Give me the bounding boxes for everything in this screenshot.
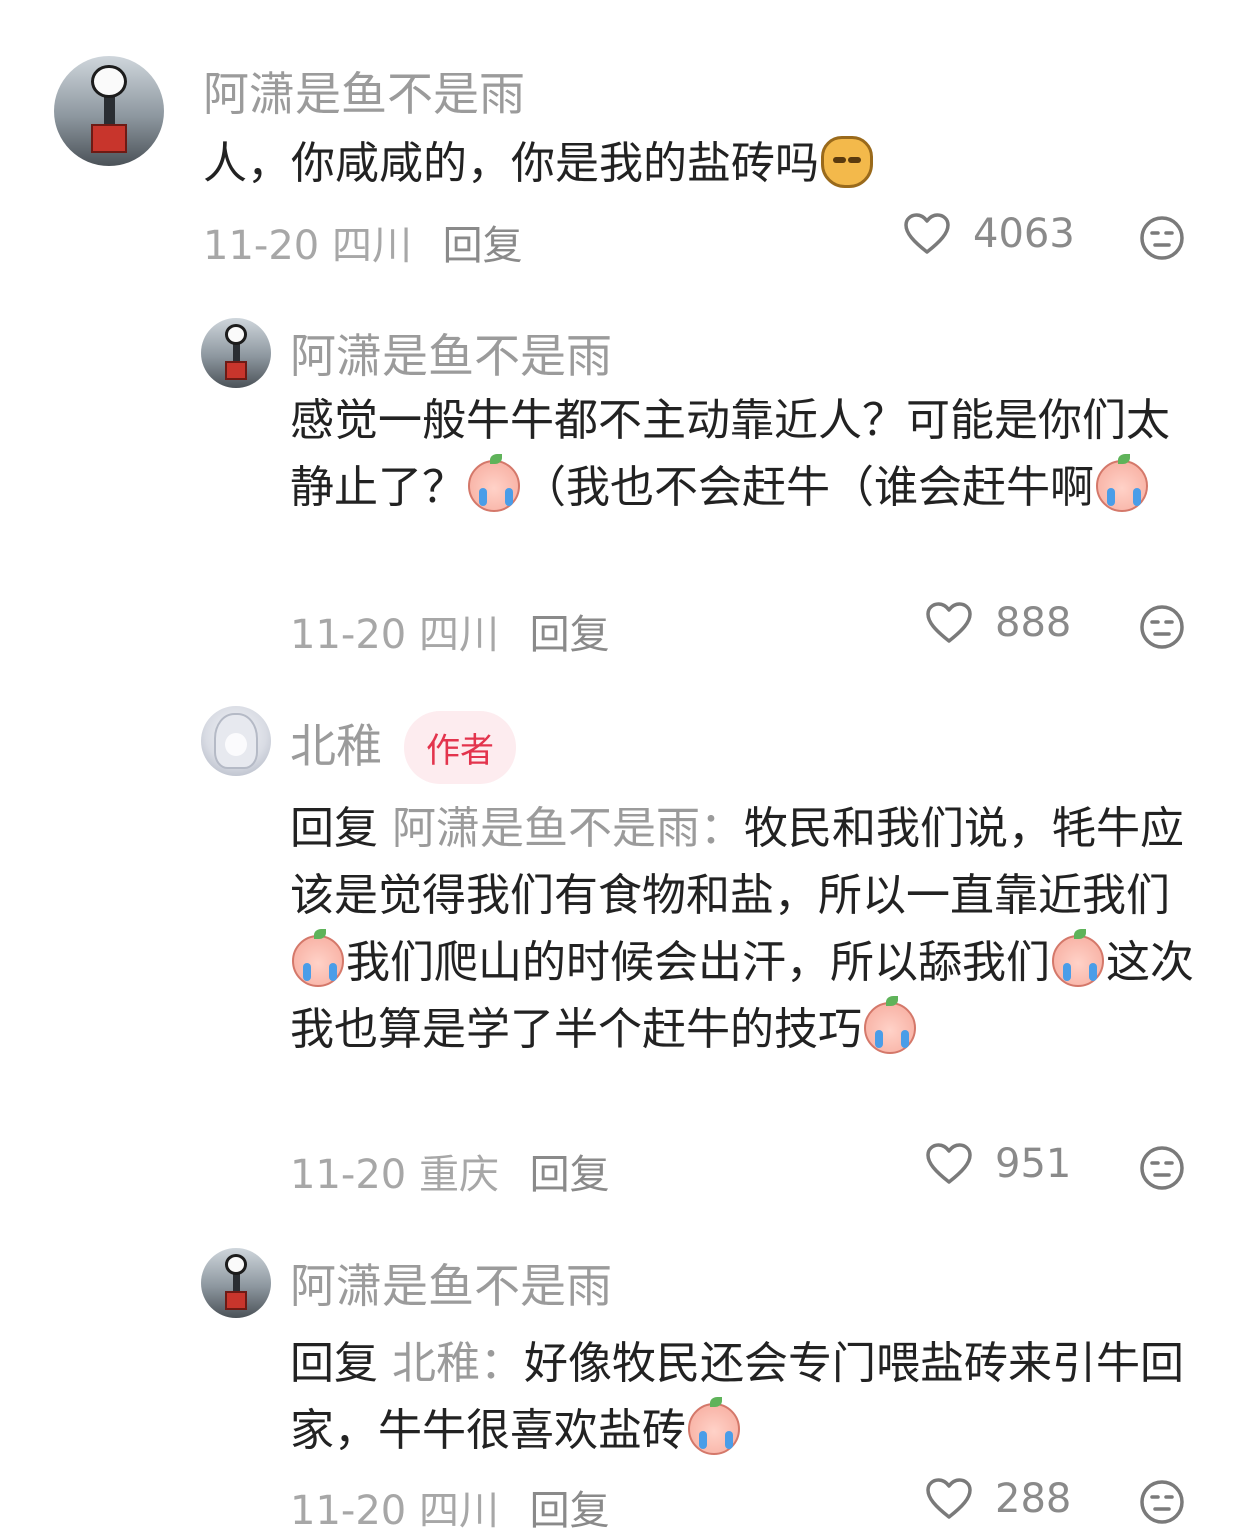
reply-prefix: 回复 xyxy=(290,1338,378,1389)
heart-outline-icon xyxy=(926,1143,972,1184)
comment-meta: 11-20 重庆 回复 xyxy=(290,1142,610,1200)
comment-date: 11-20 xyxy=(203,223,320,269)
comment-meta: 11-20 四川 回复 xyxy=(203,213,523,271)
reply-button[interactable]: 回复 xyxy=(530,1488,610,1534)
doge-emoji-icon xyxy=(821,136,873,188)
comment-location: 四川 xyxy=(418,612,499,658)
reply-target[interactable]: 阿潇是鱼不是雨： xyxy=(392,803,744,854)
reply-target[interactable]: 北稚： xyxy=(392,1338,524,1389)
like-button[interactable]: 888 xyxy=(925,600,1071,646)
comment-text: 人，你咸咸的，你是我的盐砖吗 xyxy=(203,130,1203,197)
avatar[interactable] xyxy=(201,318,271,388)
heart-outline-icon xyxy=(926,602,972,643)
like-button[interactable]: 288 xyxy=(925,1476,1071,1522)
reply-button[interactable]: 回复 xyxy=(443,223,523,269)
comment-date: 11-20 xyxy=(290,1152,407,1198)
comment-meta: 11-20 四川 回复 xyxy=(290,602,610,660)
neutral-face-icon[interactable] xyxy=(1138,1478,1186,1526)
like-count: 951 xyxy=(995,1141,1072,1187)
username[interactable]: 北稚 xyxy=(290,710,382,776)
neutral-face-icon[interactable] xyxy=(1138,1144,1186,1192)
comment-location: 四川 xyxy=(331,223,412,269)
crying-peach-emoji-icon xyxy=(1052,929,1104,987)
like-button[interactable]: 951 xyxy=(925,1141,1071,1187)
avatar[interactable] xyxy=(201,706,271,776)
comment-location: 重庆 xyxy=(418,1152,499,1198)
username[interactable]: 阿潇是鱼不是雨 xyxy=(290,1250,612,1316)
comment-date: 11-20 xyxy=(290,612,407,658)
crying-peach-emoji-icon xyxy=(688,1397,740,1455)
comment-text: 回复 北稚：好像牧民还会专门喂盐砖来引牛回家，牛牛很喜欢盐砖 xyxy=(290,1338,1184,1456)
neutral-face-icon[interactable] xyxy=(1138,603,1186,651)
crying-peach-emoji-icon xyxy=(292,929,344,987)
avatar[interactable] xyxy=(201,1248,271,1318)
crying-peach-emoji-icon xyxy=(1096,454,1148,512)
neutral-face-icon[interactable] xyxy=(1138,214,1186,262)
like-button[interactable]: 4063 xyxy=(903,211,1075,257)
comment-text: 回复 阿潇是鱼不是雨：牧民和我们说，牦牛应该是觉得我们有食物和盐，所以一直靠近我… xyxy=(290,803,1194,1055)
crying-peach-emoji-icon xyxy=(864,996,916,1054)
heart-outline-icon xyxy=(926,1478,972,1519)
avatar[interactable] xyxy=(54,56,164,166)
like-count: 288 xyxy=(995,1476,1072,1522)
reply-button[interactable]: 回复 xyxy=(530,1152,610,1198)
comment-meta: 11-20 四川 回复 xyxy=(290,1478,610,1536)
reply-button[interactable]: 回复 xyxy=(530,612,610,658)
like-count: 4063 xyxy=(973,211,1075,257)
comment-location: 四川 xyxy=(418,1488,499,1534)
comment-date: 11-20 xyxy=(290,1488,407,1534)
reply-prefix: 回复 xyxy=(290,803,378,854)
author-badge: 作者 xyxy=(404,711,516,784)
crying-peach-emoji-icon xyxy=(468,454,520,512)
like-count: 888 xyxy=(995,600,1072,646)
username[interactable]: 阿潇是鱼不是雨 xyxy=(290,320,612,386)
username[interactable]: 阿潇是鱼不是雨 xyxy=(203,58,525,124)
heart-outline-icon xyxy=(904,213,950,254)
comment-text: 感觉一般牛牛都不主动靠近人？可能是你们太静止了？ （我也不会赶牛（谁会赶牛啊 xyxy=(290,395,1170,513)
